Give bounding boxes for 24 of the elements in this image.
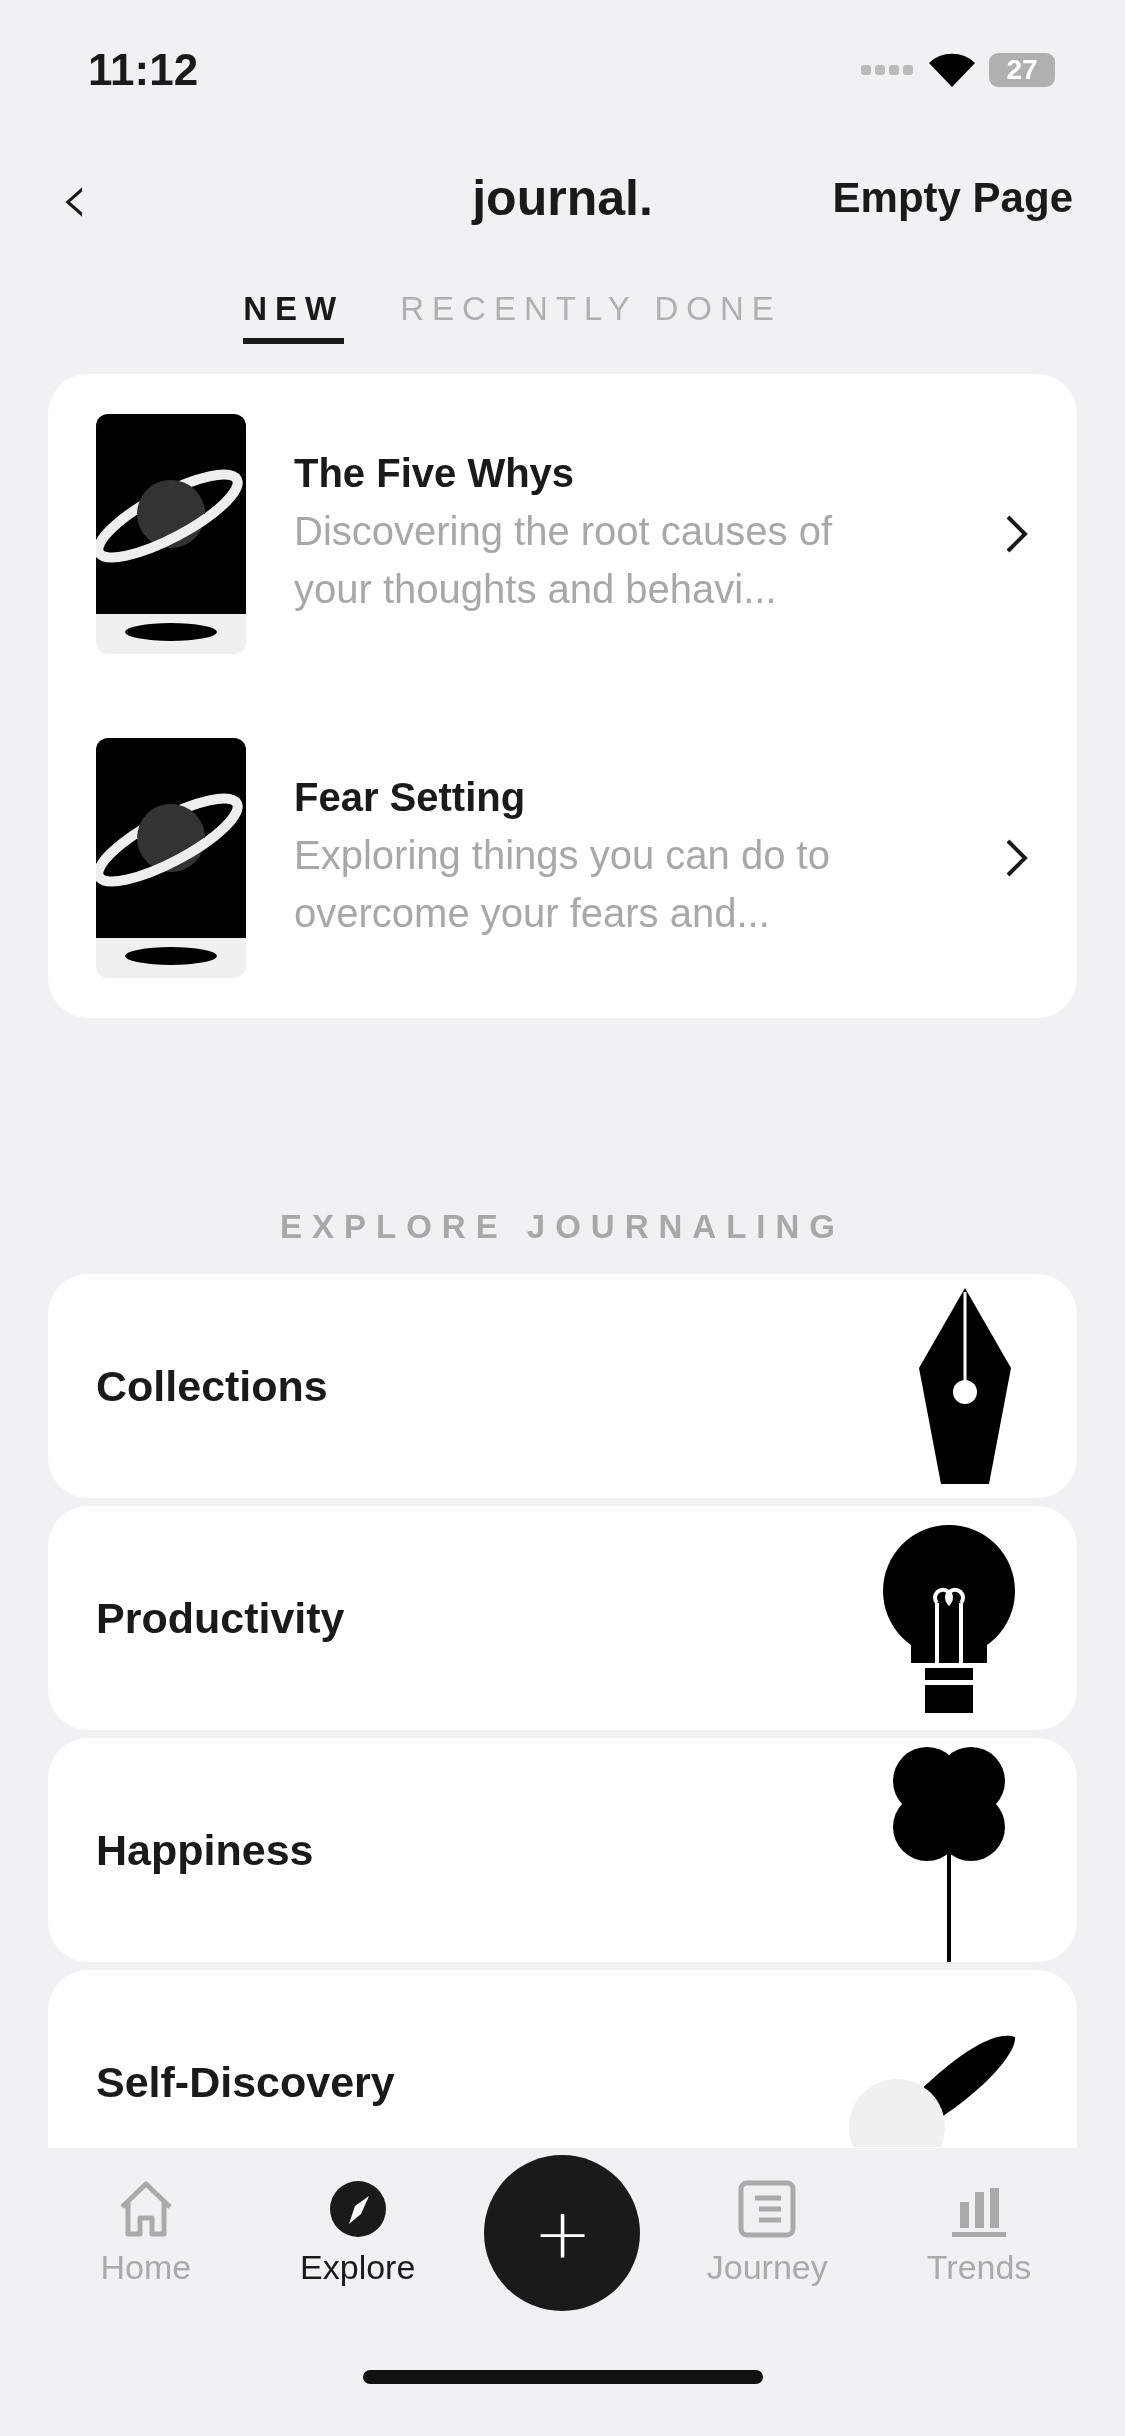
back-button[interactable]: ‹ — [50, 161, 99, 234]
nav-tab[interactable]: Explore — [272, 2179, 443, 2287]
category-card[interactable]: Productivity — [48, 1506, 1077, 1730]
battery-icon: 27 — [989, 53, 1055, 87]
chevron-right-icon — [1005, 838, 1029, 878]
category-card[interactable]: Collections — [48, 1274, 1077, 1498]
prompt-description: Exploring things you can do to overcome your fears and... — [294, 831, 831, 937]
add-button[interactable]: + — [484, 2155, 641, 2311]
tab[interactable]: NEW — [243, 290, 345, 344]
lightbulb-icon — [881, 1523, 1017, 1713]
journal-icon — [738, 2179, 797, 2238]
compass-icon — [328, 2179, 387, 2238]
signal-icon — [861, 63, 915, 77]
prompt-title[interactable]: The Five Whys — [294, 450, 957, 496]
chevron-right-icon — [1005, 514, 1029, 554]
prompt-title[interactable]: Fear Setting — [294, 774, 957, 820]
status-time: 11:12 — [88, 45, 199, 95]
empty-page-button[interactable]: Empty Page — [832, 173, 1073, 222]
app-title: journal. — [472, 168, 653, 227]
prompt-description: Discovering the root causes of your thoughts and behavi... — [294, 507, 834, 613]
wifi-icon — [929, 53, 975, 87]
section-heading: EXPLORE JOURNALING — [279, 1208, 845, 1245]
category-card[interactable]: Self-Discovery — [48, 1970, 1077, 2148]
category-card[interactable]: Happiness — [48, 1738, 1077, 1962]
